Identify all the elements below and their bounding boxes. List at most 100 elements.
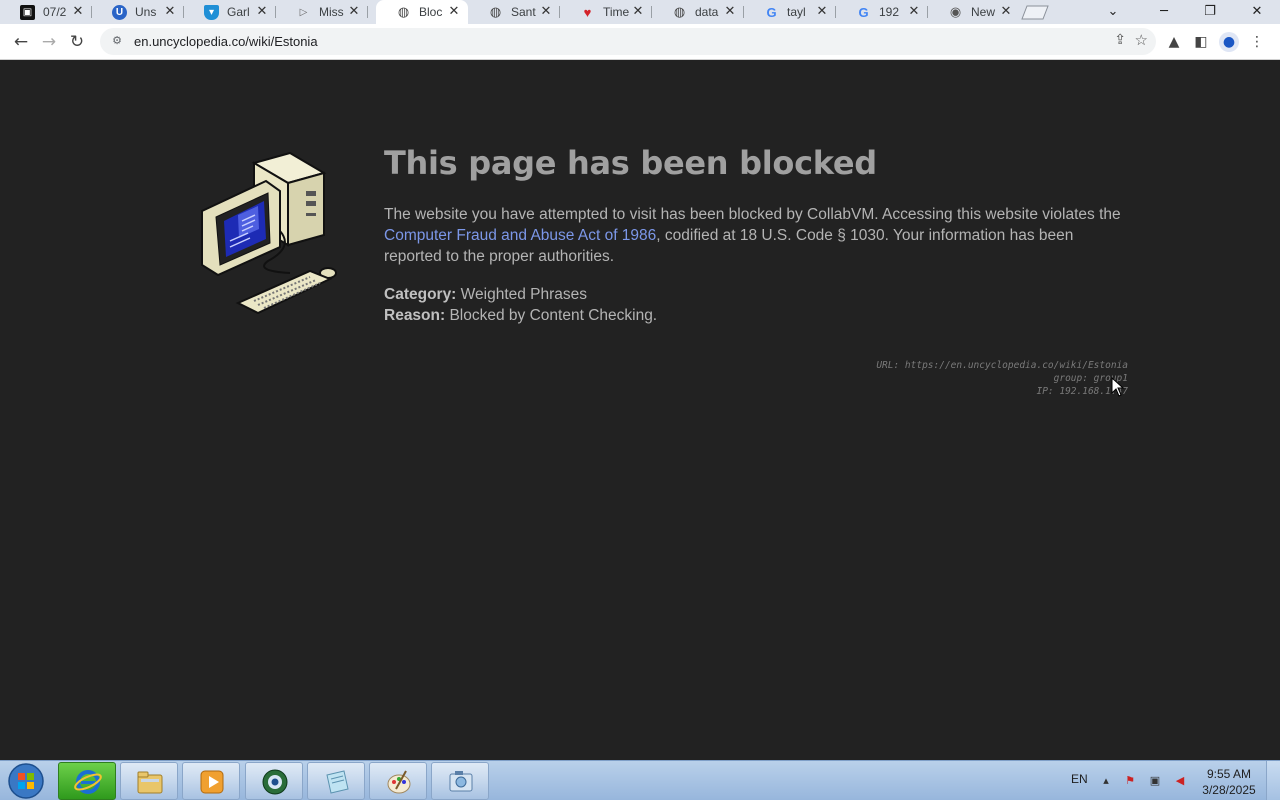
paint-icon — [387, 770, 411, 794]
tab-2[interactable]: U Uns ✕ — [92, 0, 184, 24]
category-label: Category: — [384, 286, 457, 303]
category-value: Weighted Phrases — [460, 286, 588, 303]
back-icon[interactable]: ← — [9, 30, 33, 54]
close-tab-icon[interactable]: ✕ — [998, 4, 1014, 20]
tab-label: tayl — [787, 5, 806, 19]
tab-label: Miss — [319, 5, 344, 19]
bookmark-star-icon[interactable]: ☆ — [1135, 31, 1148, 49]
show-hidden-icons-icon[interactable]: ▴ — [1098, 773, 1114, 789]
video-icon: ▣ — [20, 4, 35, 20]
menu-icon[interactable]: ⋮ — [1247, 32, 1267, 52]
tab-label: Bloc — [419, 5, 443, 19]
tab-separator — [367, 6, 368, 18]
tab-11[interactable]: ◉ New ✕ — [928, 0, 1020, 24]
reason-row: Reason: Blocked by Content Checking. — [384, 305, 657, 326]
cfaa-link[interactable]: Computer Fraud and Abuse Act of 1986 — [384, 227, 656, 244]
play-icon: ▷ — [299, 6, 308, 18]
globe-icon: ◍ — [489, 4, 502, 19]
tab-label: 07/2 — [43, 5, 67, 19]
computer-icon — [201, 151, 337, 315]
tab-label: data — [695, 5, 719, 19]
reason-label: Reason: — [384, 307, 446, 324]
windows-taskbar: EN ▴ ⚑ ▣ ◀ 9:55 AM 3/28/2025 — [0, 760, 1280, 800]
new-tab-icon[interactable] — [1020, 4, 1050, 20]
tab-8[interactable]: ◍ data ✕ — [652, 0, 744, 24]
tab-10[interactable]: G 192 ✕ — [836, 0, 928, 24]
share-icon[interactable]: ⇪ — [1114, 32, 1126, 48]
close-tab-icon[interactable]: ✕ — [722, 4, 738, 20]
reason-value: Blocked by Content Checking. — [449, 307, 658, 324]
tab-6[interactable]: ◍ Sant ✕ — [468, 0, 560, 24]
close-tab-icon[interactable]: ✕ — [814, 4, 830, 20]
close-tab-icon[interactable]: ✕ — [162, 4, 178, 20]
network-icon[interactable]: ▣ — [1147, 773, 1163, 789]
language-indicator[interactable]: EN — [1071, 772, 1088, 800]
taskbar-browser-button[interactable] — [245, 762, 303, 800]
taskbar-clock[interactable]: 9:55 AM 3/28/2025 — [1196, 766, 1262, 798]
taskbar-explorer-button[interactable] — [120, 762, 178, 800]
close-tab-icon[interactable]: ✕ — [346, 4, 362, 20]
tab-label: Garl — [227, 5, 250, 19]
close-tab-icon[interactable]: ✕ — [254, 4, 270, 20]
description-text: The website you have attempted to visit … — [384, 206, 1121, 223]
tab-3[interactable]: ▾ Garl ✕ — [184, 0, 276, 24]
tab-label: Uns — [135, 5, 157, 19]
close-window-icon[interactable]: ✕ — [1234, 0, 1280, 24]
page-title: This page has been blocked — [384, 144, 877, 182]
google-icon: G — [858, 4, 869, 20]
close-tab-icon[interactable]: ✕ — [538, 4, 554, 20]
tab-label: 192 — [879, 5, 900, 19]
clock-time: 9:55 AM — [1206, 767, 1252, 781]
reload-icon[interactable]: ↻ — [65, 30, 89, 54]
tab-4[interactable]: ▷ Miss ✕ — [276, 0, 368, 24]
taskbar-paint-button[interactable] — [369, 762, 427, 800]
volume-muted-icon[interactable]: ◀ — [1172, 773, 1188, 789]
taskbar-notepad-button[interactable] — [307, 762, 365, 800]
forward-icon[interactable]: → — [37, 30, 61, 54]
site-info-icon[interactable]: ⚙ — [110, 34, 124, 48]
notepad-icon — [326, 770, 349, 794]
tab-1[interactable]: ▣ 07/2 ✕ — [0, 0, 92, 24]
tech-url: URL: https://en.uncyclopedia.co/wiki/Est… — [876, 360, 1128, 371]
taskbar-photos-button[interactable] — [431, 762, 489, 800]
minimize-icon[interactable]: ─ — [1141, 0, 1187, 24]
url-text[interactable]: en.uncyclopedia.co/wiki/Estonia — [134, 34, 318, 49]
folder-icon — [137, 771, 163, 794]
extension-flask-icon[interactable]: ▲ — [1164, 32, 1184, 52]
tab-9[interactable]: G tayl ✕ — [744, 0, 836, 24]
taskbar-ie-button[interactable] — [58, 762, 116, 800]
tab-label: Sant — [511, 5, 536, 19]
close-tab-icon[interactable]: ✕ — [70, 4, 86, 20]
category-row: Category: Weighted Phrases — [384, 284, 657, 305]
technical-details: URL: https://en.uncyclopedia.co/wiki/Est… — [876, 359, 1128, 398]
close-tab-icon[interactable]: ✕ — [630, 4, 646, 20]
shield-icon: ▾ — [204, 4, 219, 20]
clock-date: 3/28/2025 — [1202, 783, 1256, 797]
taskbar-media-player-button[interactable] — [182, 762, 240, 800]
browser-toolbar: ← → ↻ ⚙ en.uncyclopedia.co/wiki/Estonia … — [0, 24, 1280, 60]
tab-search-icon[interactable]: ⌄ — [1090, 0, 1136, 24]
photo-viewer-icon — [449, 771, 473, 792]
restore-icon[interactable]: ❐ — [1187, 0, 1233, 24]
tab-5[interactable]: ◍ Bloc ✕ — [376, 0, 468, 24]
start-button-icon[interactable] — [6, 762, 46, 800]
blocked-page: This page has been blocked The website y… — [0, 61, 1280, 760]
tab-7[interactable]: ♥ Time ✕ — [560, 0, 652, 24]
internet-explorer-icon — [74, 770, 102, 794]
show-desktop-button[interactable] — [1266, 761, 1280, 800]
tab-label: Time — [603, 5, 630, 19]
tab-strip: ▣ 07/2 ✕ U Uns ✕ ▾ Garl ✕ ▷ Miss ✕ ◍ Blo… — [0, 0, 1280, 24]
chrome-icon: ◉ — [949, 4, 962, 19]
close-tab-icon[interactable]: ✕ — [446, 4, 462, 20]
mouse-cursor-icon — [1111, 377, 1125, 397]
address-bar[interactable]: ⚙ en.uncyclopedia.co/wiki/Estonia ⇪ ☆ — [100, 28, 1156, 55]
side-panel-icon[interactable]: ◧ — [1191, 32, 1211, 52]
tech-group: group: group1 — [1053, 373, 1128, 384]
action-center-flag-icon[interactable]: ⚑ — [1122, 773, 1138, 789]
media-player-icon — [200, 770, 224, 794]
globe-icon: ◍ — [397, 4, 410, 19]
close-tab-icon[interactable]: ✕ — [906, 4, 922, 20]
block-details: Category: Weighted Phrases Reason: Block… — [384, 284, 657, 326]
profile-icon[interactable]: ● — [1219, 32, 1239, 52]
globe-browser-icon — [262, 769, 288, 795]
